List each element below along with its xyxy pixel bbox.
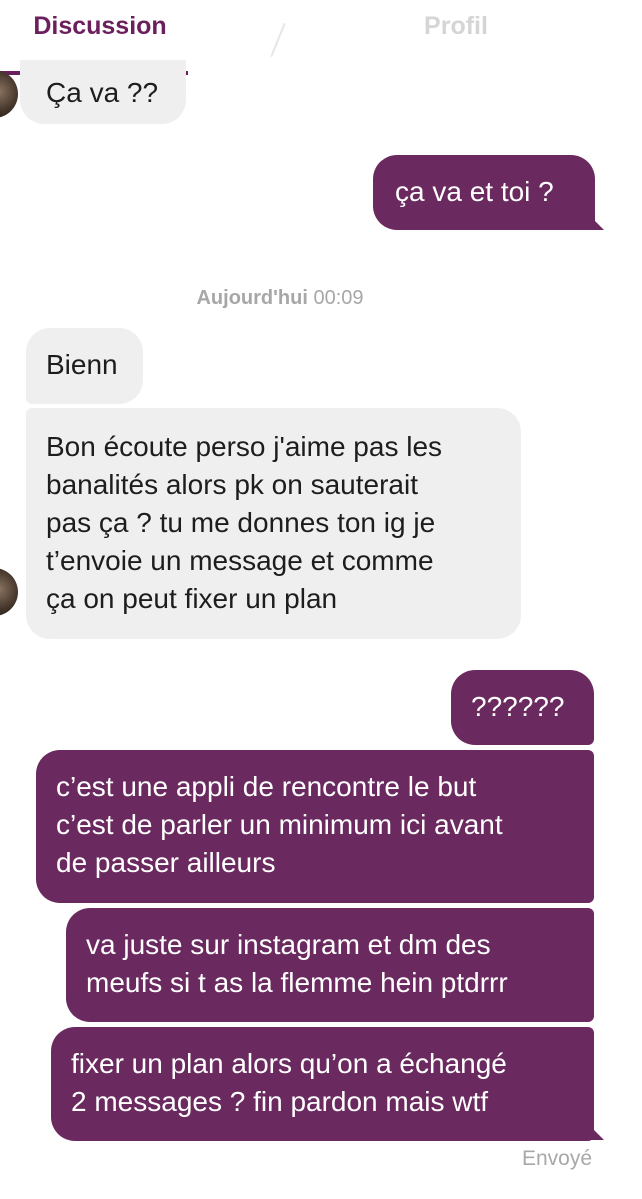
date-day: Aujourd'hui [196,287,308,309]
message-outgoing: c’est une appli de rencontre le but c’es… [36,750,594,903]
message-text: ?????? [471,691,565,722]
message-text: Bon écoute perso j'aime pas les banalité… [46,431,443,614]
message-incoming: Bienn [26,328,143,404]
message-incoming: Ça va ?? [20,60,186,124]
contact-avatar[interactable] [0,568,18,616]
message-outgoing: fixer un plan alors qu’on a échangé 2 me… [51,1027,594,1141]
sent-status: Envoyé [521,1147,592,1170]
message-text: Bienn [46,349,118,380]
message-text: va juste sur instagram et dm des meufs s… [86,929,508,998]
date-separator: Aujourd'hui 00:09 [0,287,560,310]
bubble-tail [588,214,604,230]
message-outgoing: ?????? [451,670,594,745]
bubble-tail [588,1124,604,1140]
message-outgoing: ça va et toi ? [373,155,595,230]
message-incoming: Bon écoute perso j'aime pas les banalité… [26,408,521,639]
message-outgoing: va juste sur instagram et dm des meufs s… [66,908,594,1022]
message-text: c’est une appli de rencontre le but c’es… [56,771,503,878]
date-time: 00:09 [313,287,364,309]
tab-profil[interactable]: Profil [370,0,542,75]
message-text: fixer un plan alors qu’on a échangé 2 me… [71,1048,507,1117]
message-text: Ça va ?? [46,77,159,108]
tab-divider [270,22,286,58]
contact-avatar[interactable] [0,70,18,118]
message-text: ça va et toi ? [395,176,554,207]
